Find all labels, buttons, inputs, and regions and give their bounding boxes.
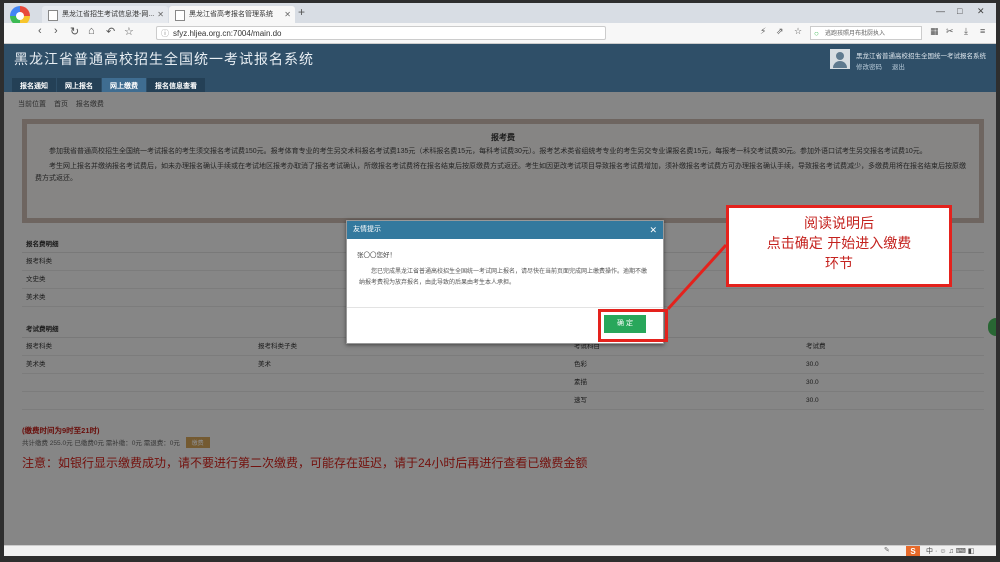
monitor-frame: 黑龙江省招生考试信息港-网... ✕ 黑龙江省高考报名管理系统 ✕ + — □ … bbox=[0, 0, 1000, 562]
screen: 黑龙江省招生考试信息港-网... ✕ 黑龙江省高考报名管理系统 ✕ + — □ … bbox=[4, 3, 996, 556]
annotation-line bbox=[666, 243, 728, 311]
ime-toolbar-icons[interactable]: 中·☺♫⌨◧ bbox=[926, 546, 976, 556]
callout-line: 环节 bbox=[825, 256, 853, 272]
status-bar: ✎ S 中·☺♫⌨◧ bbox=[4, 545, 996, 556]
input-method-icon[interactable]: S bbox=[906, 546, 920, 556]
annotation-callout: 阅读说明后 点击确定 开始进入缴费 环节 bbox=[726, 205, 952, 287]
callout-line: 阅读说明后 bbox=[804, 216, 874, 232]
feather-icon[interactable]: ✎ bbox=[884, 546, 890, 554]
callout-line: 点击确定 开始进入缴费 bbox=[766, 236, 912, 252]
